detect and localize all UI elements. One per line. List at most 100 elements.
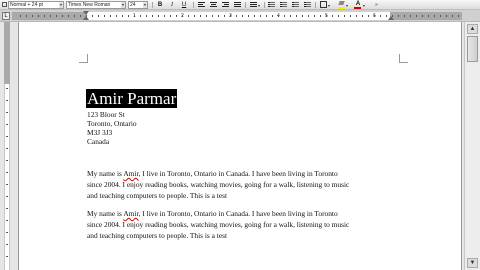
ruler-tick <box>356 15 357 17</box>
ruler-tick <box>200 15 201 17</box>
decrease-indent-icon[interactable] <box>292 2 299 8</box>
selected-name-heading[interactable]: Amir Parmar <box>86 89 178 108</box>
scroll-up-arrow-icon[interactable]: ▲ <box>467 24 478 34</box>
paragraph-line: and teaching computers to people. This i… <box>87 191 228 200</box>
bold-button[interactable]: B <box>156 1 164 9</box>
borders-icon[interactable] <box>320 1 327 8</box>
chevron-down-icon[interactable]: ▾ <box>346 3 348 8</box>
ruler-tick <box>284 15 285 17</box>
italic-button[interactable]: I <box>168 1 176 9</box>
ruler-tick <box>50 15 51 17</box>
ruler-tick <box>374 15 375 17</box>
align-left-icon[interactable] <box>198 2 205 8</box>
ruler-tick <box>6 160 8 161</box>
ruler-tick <box>320 15 321 17</box>
ruler-tick <box>176 15 177 17</box>
ruler-tick <box>104 15 105 17</box>
right-indent-marker[interactable] <box>388 16 394 20</box>
font-value: Times New Roman <box>68 2 111 8</box>
tab-selector-icon[interactable]: L <box>2 12 10 20</box>
ruler-tick <box>302 15 303 17</box>
ruler-tick <box>80 15 81 17</box>
numbering-icon[interactable] <box>268 2 275 8</box>
bullets-icon[interactable] <box>280 2 287 8</box>
ruler-tick <box>206 15 207 17</box>
ruler-tick <box>6 136 8 137</box>
crop-mark <box>79 54 88 63</box>
line-spacing-icon[interactable] <box>250 2 257 8</box>
ruler-tick <box>332 15 333 17</box>
body-paragraph[interactable]: My name is Amir, I live in Toronto, Onta… <box>87 168 405 201</box>
toolbar-separator <box>245 2 246 8</box>
underline-button[interactable]: U <box>180 1 188 9</box>
increase-indent-icon[interactable] <box>304 2 311 8</box>
style-pane-icon[interactable] <box>2 1 7 9</box>
chevron-down-icon[interactable]: ▾ <box>258 3 260 8</box>
toolbar-options-icon[interactable]: » <box>375 2 378 8</box>
ruler-tick <box>134 15 135 17</box>
paragraph-line: since 2004. I enjoy reading books, watch… <box>87 220 350 229</box>
spelling-flagged-word[interactable]: Amir <box>123 169 138 178</box>
highlight-icon[interactable] <box>338 1 345 9</box>
ruler-tick <box>398 15 399 17</box>
style-dropdown[interactable]: Normal + 24 pt ▾ <box>8 1 64 9</box>
vertical-scrollbar[interactable]: ▲ ▼ <box>464 22 480 270</box>
chevron-down-icon[interactable]: ▾ <box>363 3 365 8</box>
toolbar-separator <box>193 2 194 8</box>
ruler-tick <box>92 15 93 17</box>
ruler-tick <box>74 15 75 17</box>
ruler-tick <box>62 15 63 17</box>
paragraph-line: My name is Amir, I live in Toronto, Onta… <box>87 208 405 219</box>
ruler-tick <box>338 15 339 17</box>
ruler-tick <box>266 15 267 17</box>
ruler-tick <box>296 15 297 17</box>
ruler-tick <box>290 15 291 17</box>
ruler-tick <box>182 15 183 17</box>
ruler-tick <box>6 184 8 185</box>
address-line: Canada <box>87 137 110 146</box>
toolbar-separator <box>315 2 316 8</box>
ruler-tick <box>140 15 141 17</box>
body-paragraph[interactable]: My name is Amir, I live in Toronto, Onta… <box>87 208 405 241</box>
font-size-dropdown[interactable]: 24 ▾ <box>128 1 148 9</box>
horizontal-ruler[interactable]: L 1 2 3 4 5 6 <box>0 10 480 22</box>
address-block[interactable]: 123 Bloor St Toronto, Ontario M3J 3J3 Ca… <box>87 110 137 146</box>
ruler-tick <box>68 15 69 17</box>
ruler-tick <box>428 15 429 17</box>
ruler-tick <box>422 15 423 17</box>
align-right-icon[interactable] <box>222 2 229 8</box>
line-text: , I live in Toronto, Ontario in Canada. … <box>138 209 338 218</box>
document-page[interactable]: Amir Parmar 123 Bloor St Toronto, Ontari… <box>18 22 462 270</box>
ruler-tick <box>6 172 8 173</box>
ruler-tick <box>20 15 21 17</box>
ruler-tick <box>434 15 435 17</box>
hanging-indent-marker[interactable] <box>83 16 89 20</box>
spelling-flagged-word[interactable]: Amir <box>123 209 138 218</box>
font-dropdown[interactable]: Times New Roman ▾ <box>66 1 126 9</box>
vertical-ruler[interactable] <box>0 22 14 270</box>
ruler-tick <box>314 15 315 17</box>
line-text: My name is <box>87 169 124 178</box>
paragraph-line: My name is Amir, I live in Toronto, Onta… <box>87 168 405 179</box>
font-color-icon[interactable]: A <box>354 1 362 9</box>
paragraph-line: since 2004. I enjoy reading books, watch… <box>87 180 350 189</box>
ruler-tick <box>44 15 45 17</box>
chevron-down-icon[interactable]: ▾ <box>328 3 330 8</box>
ruler-tick <box>386 15 387 17</box>
ruler-tick <box>254 15 255 17</box>
scroll-thumb[interactable] <box>467 36 478 62</box>
style-value: Normal + 24 pt <box>10 2 43 8</box>
address-line: Toronto, Ontario <box>87 119 137 128</box>
ruler-tick <box>6 256 8 257</box>
ruler-tick <box>230 15 231 17</box>
ruler-tick <box>6 196 8 197</box>
ruler-tick <box>308 15 309 17</box>
font-size-value: 24 <box>130 2 136 8</box>
align-center-icon[interactable] <box>210 2 217 8</box>
first-line-indent-marker[interactable] <box>83 11 89 15</box>
ruler-tick <box>6 232 8 233</box>
highlight-color-swatch <box>338 7 345 9</box>
scroll-down-arrow-icon[interactable]: ▼ <box>467 258 478 268</box>
justify-icon[interactable] <box>234 2 241 8</box>
ruler-tick <box>122 15 123 17</box>
